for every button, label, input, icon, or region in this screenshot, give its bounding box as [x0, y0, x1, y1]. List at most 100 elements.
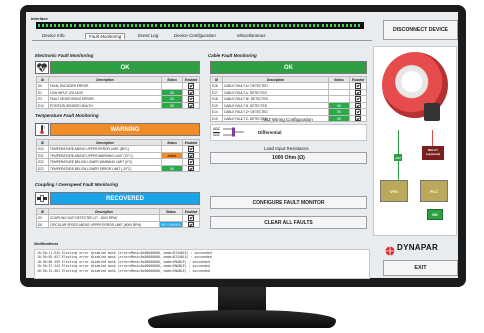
fault-enabled-checkbox[interactable]	[188, 83, 194, 89]
activity-segment	[317, 24, 320, 27]
fault-enabled-checkbox[interactable]	[355, 116, 361, 121]
activity-segment	[236, 24, 239, 27]
notifications-title: Notifications	[34, 241, 59, 246]
activity-segment	[54, 24, 57, 27]
activity-segment	[183, 24, 186, 27]
fault-enabled-checkbox[interactable]	[188, 153, 194, 158]
activity-segment	[260, 24, 263, 27]
activity-segment	[329, 24, 332, 27]
fault-status: RECOVERED	[158, 220, 184, 229]
tab-miscellaneous[interactable]: Miscellaneous	[237, 33, 266, 38]
activity-segment	[119, 24, 121, 27]
differential-wiring-icon	[223, 126, 245, 139]
wiring-mode-value: Differential	[258, 130, 282, 135]
fault-enabled-checkbox[interactable]	[355, 103, 361, 108]
load-resistance-select[interactable]: 1000 Ohm (Ω)	[210, 152, 367, 164]
wiring-abz-bar-label: ABZ	[213, 133, 220, 137]
activity-segment	[155, 24, 158, 27]
activity-segment	[151, 24, 154, 27]
diagram-ok-indicator: OK	[427, 209, 443, 220]
activity-segment	[264, 24, 267, 27]
activity-segment	[224, 24, 227, 27]
fault-enabled-checkbox[interactable]	[355, 90, 361, 95]
fault-enabled-checkbox[interactable]	[355, 109, 361, 115]
activity-segment	[46, 24, 49, 27]
wiring-config-label: ABZ Wiring Configuration	[262, 117, 313, 122]
tab-fault-monitoring[interactable]: Fault Monitoring	[85, 33, 126, 39]
fault-description: TEMPERATURE BELOW LOWER ERROR LIMIT (-20…	[48, 164, 162, 173]
activity-segment	[276, 24, 279, 27]
disconnect-device-button[interactable]: DISCONNECT DEVICE	[383, 20, 458, 40]
fault-enabled-cell	[182, 220, 200, 229]
activity-segment	[345, 24, 348, 27]
activity-segment	[74, 24, 77, 27]
fault-status: OK	[328, 114, 350, 123]
activity-segment	[305, 24, 308, 27]
fault-enabled-checkbox[interactable]	[188, 103, 194, 108]
activity-segment	[110, 24, 113, 27]
tab-event-log[interactable]: Event Log	[138, 33, 158, 38]
encoder-connector-icon	[424, 103, 440, 121]
fault-enabled-cell	[349, 114, 367, 123]
interface-rs-label	[31, 22, 35, 30]
fault-enabled-checkbox[interactable]	[355, 96, 361, 102]
activity-segment	[341, 24, 344, 27]
activity-segment	[163, 24, 166, 27]
fault-enabled-checkbox[interactable]	[188, 96, 194, 102]
activity-segment	[175, 24, 178, 27]
activity-segment	[313, 24, 316, 27]
activity-segment	[228, 24, 231, 27]
fault-id: E23	[36, 164, 49, 173]
fault-enabled-checkbox[interactable]	[188, 146, 194, 152]
activity-segment	[321, 24, 324, 27]
clear-all-faults-button[interactable]: CLEAR ALL FAULTS	[210, 216, 367, 229]
exit-button[interactable]: EXIT	[383, 260, 458, 276]
fault-enabled-checkbox[interactable]	[188, 159, 194, 165]
activity-segment	[232, 24, 235, 27]
activity-segment	[90, 24, 93, 27]
tab-device-configuration[interactable]: Device Configuration	[174, 33, 216, 38]
fault-status: OK	[161, 101, 183, 110]
activity-segment	[139, 24, 142, 27]
activity-segment	[353, 24, 356, 27]
electronic-status-banner: OK	[50, 61, 200, 74]
activity-segment	[220, 24, 223, 27]
coupling-fault-table: ID Description Status Enabled E0 COUPLING SLI…	[36, 207, 200, 229]
activity-segment	[106, 24, 109, 27]
fault-enabled-checkbox[interactable]	[188, 166, 194, 171]
notification-line: 10:50:31.461 Electing error disabled mas…	[37, 268, 210, 273]
fault-description: CIRCULAR SPEED ABOVE UPPER ERROR LIMIT (…	[48, 220, 160, 229]
activity-segment	[195, 24, 198, 27]
activity-segment	[167, 24, 170, 27]
dynapar-logo-icon	[385, 243, 395, 256]
activity-segment	[337, 24, 340, 27]
activity-segment	[309, 24, 312, 27]
activity-segment	[349, 24, 352, 27]
activity-segment	[147, 24, 150, 27]
activity-segment	[204, 24, 207, 27]
temperature-status-banner: WARNING	[50, 123, 200, 136]
activity-segment	[123, 24, 126, 27]
notifications-log: 10:50:11.945 Electing error disabled mas…	[34, 249, 370, 279]
fault-enabled-checkbox[interactable]	[188, 222, 194, 227]
configure-fault-monitor-button[interactable]: CONFIGURE FAULT MONITOR	[210, 196, 367, 209]
fault-enabled-checkbox[interactable]	[355, 83, 361, 89]
activity-segment	[66, 24, 69, 27]
activity-segment	[50, 24, 53, 27]
wiring-abz-label: ABZ	[213, 127, 220, 131]
fault-enabled-checkbox[interactable]	[188, 215, 194, 221]
activity-segment	[78, 24, 81, 27]
activity-segment	[187, 24, 190, 27]
fault-description: POSITION SENSOR HEALTH	[48, 101, 162, 110]
activity-segment	[82, 24, 85, 27]
tab-underline	[32, 40, 372, 41]
relay-line-icon	[432, 130, 433, 146]
coupling-status-banner: RECOVERED	[50, 192, 200, 205]
temperature-fault-title: Temperature Fault Monitoring	[35, 113, 99, 118]
fault-status: OK	[161, 164, 183, 173]
activity-segment	[216, 24, 219, 27]
activity-segment	[212, 24, 215, 27]
electronic-fault-table: ID Description Status Enabled E0 FATAL ENCODE…	[36, 75, 200, 110]
fault-enabled-checkbox[interactable]	[188, 90, 194, 95]
tab-device-info[interactable]: Device Info	[42, 33, 65, 38]
